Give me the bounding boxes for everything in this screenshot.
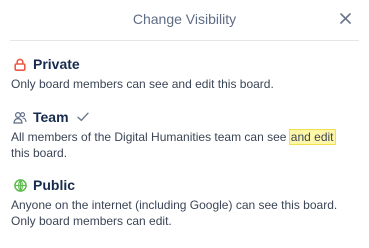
visibility-option-team[interactable]: Team All members of the Digital Humaniti… <box>11 108 359 161</box>
public-description-line1: Anyone on the internet (including Google… <box>11 198 338 212</box>
team-description-text-end: this board. <box>11 146 68 160</box>
team-icon <box>13 110 27 124</box>
lock-icon <box>13 57 27 71</box>
close-icon <box>339 11 351 29</box>
globe-icon <box>13 178 27 192</box>
option-label-team: Team <box>33 109 69 125</box>
team-description-text: All members of the Digital Humanities te… <box>11 130 290 144</box>
checkmark-icon <box>76 112 89 122</box>
change-visibility-popover: Change Visibility Private Only board mem… <box>0 0 369 248</box>
visibility-option-private[interactable]: Private Only board members can see and e… <box>11 55 359 92</box>
option-description-public: Anyone on the internet (including Google… <box>11 197 359 229</box>
option-description-private: Only board members can see and edit this… <box>11 77 274 91</box>
option-description-team: All members of the Digital Humanities te… <box>11 129 359 161</box>
highlighted-text: and edit <box>288 129 336 145</box>
option-label-public: Public <box>33 177 76 193</box>
visibility-option-public[interactable]: Public Anyone on the internet (including… <box>11 176 359 229</box>
popover-title: Change Visibility <box>132 11 237 27</box>
public-description-line2: Only board members can edit. <box>11 214 172 228</box>
popover-header: Change Visibility <box>10 0 359 41</box>
close-button[interactable] <box>335 10 355 30</box>
option-label-private: Private <box>33 56 80 72</box>
